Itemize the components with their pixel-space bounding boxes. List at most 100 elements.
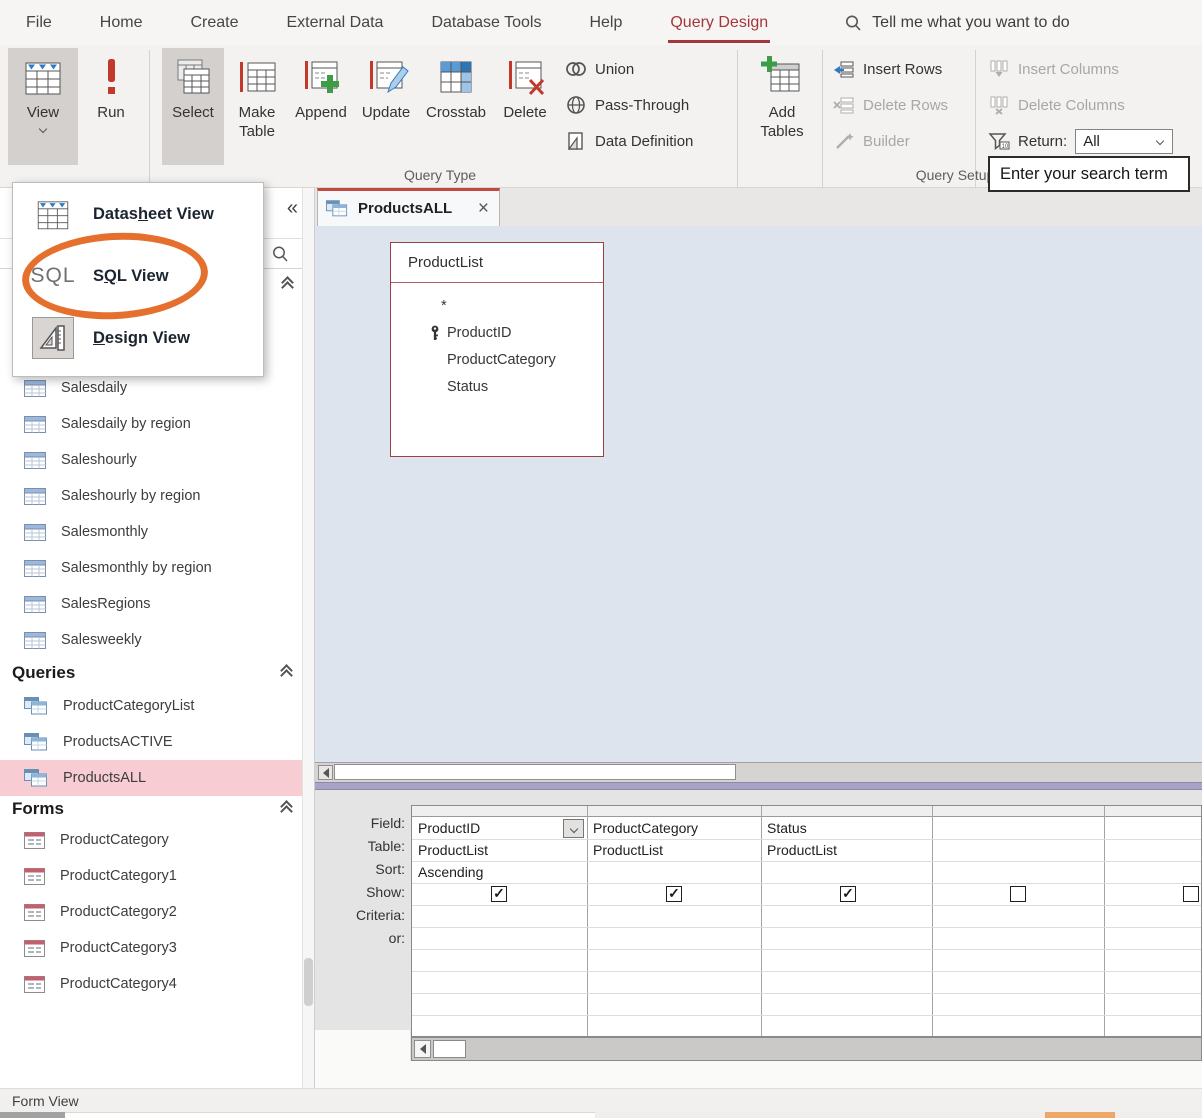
- pass-through-button[interactable]: Pass-Through: [565, 91, 689, 119]
- nav-section-queries[interactable]: Queries: [0, 658, 313, 688]
- show-checkbox[interactable]: ✓: [491, 886, 507, 902]
- builder-button[interactable]: Builder: [833, 127, 910, 155]
- grid-horizontal-scrollbar[interactable]: [411, 1037, 1202, 1061]
- field-list-item-productcategory[interactable]: ProductCategory: [391, 346, 603, 373]
- data-definition-label: Data Definition: [595, 133, 693, 150]
- delete-query-icon: [502, 54, 548, 100]
- view-button[interactable]: View: [8, 48, 78, 165]
- nav-item-productcategory[interactable]: ProductCategory: [0, 822, 313, 858]
- run-button[interactable]: Run: [84, 48, 138, 165]
- nav-item-productcategory4[interactable]: ProductCategory4: [0, 966, 313, 1002]
- menu-tab-external-data[interactable]: External Data: [285, 3, 386, 43]
- insert-rows-label: Insert Rows: [863, 61, 942, 78]
- grid-table-cell[interactable]: ProductList: [418, 841, 488, 859]
- nav-scrollbar[interactable]: [302, 188, 314, 1088]
- nav-item-salesmonthly-by-region[interactable]: Salesmonthly by region: [0, 550, 313, 586]
- show-checkbox[interactable]: ✓: [840, 886, 856, 902]
- union-query-button[interactable]: Union: [565, 55, 634, 83]
- grid-sort-cell[interactable]: Ascending: [418, 863, 483, 881]
- sql-view-icon: SQL: [27, 264, 79, 288]
- nav-item-productcategorylist[interactable]: ProductCategoryList: [0, 688, 313, 724]
- menu-item-design-view[interactable]: Design View: [13, 307, 263, 369]
- menu-tab-home[interactable]: Home: [98, 3, 145, 43]
- return-combobox[interactable]: All: [1075, 129, 1173, 154]
- show-checkbox[interactable]: ✓: [666, 886, 682, 902]
- field-list-item-status[interactable]: Status: [391, 373, 603, 400]
- pane-splitter[interactable]: [315, 782, 1202, 790]
- field-list-productlist[interactable]: ProductList * ProductID ProductCategory …: [390, 242, 604, 457]
- nav-item-productcategory3[interactable]: ProductCategory3: [0, 930, 313, 966]
- make-table-button[interactable]: Make Table: [228, 48, 286, 165]
- delete-rows-button[interactable]: Delete Rows: [833, 91, 948, 119]
- crosstab-query-button[interactable]: Crosstab: [421, 48, 491, 165]
- scrollbar-thumb[interactable]: [334, 764, 736, 780]
- collapse-group-icon[interactable]: [283, 280, 292, 290]
- design-horizontal-scrollbar[interactable]: [315, 762, 1202, 782]
- nav-item-productsactive[interactable]: ProductsACTIVE: [0, 724, 313, 760]
- grid-row-divider: [412, 949, 1201, 950]
- nav-scrollbar-thumb[interactable]: [304, 958, 313, 1006]
- grid-table-cell[interactable]: ProductList: [767, 841, 837, 859]
- show-checkbox[interactable]: [1183, 886, 1199, 902]
- scroll-left-arrow[interactable]: [414, 1040, 431, 1058]
- nav-item-productcategory1[interactable]: ProductCategory1: [0, 858, 313, 894]
- tab-productsall[interactable]: ProductsALL ×: [317, 188, 500, 226]
- grid-column-header-strip[interactable]: [412, 806, 1201, 817]
- make-table-icon: [234, 54, 280, 100]
- nav-item-salesregions[interactable]: SalesRegions: [0, 586, 313, 622]
- grid-row-label-criteria: Criteria:: [315, 907, 405, 923]
- close-tab-icon[interactable]: ×: [478, 199, 489, 218]
- select-query-label: Select: [172, 103, 214, 122]
- menu-item-datasheet-view[interactable]: Datasheet View: [13, 183, 263, 245]
- pass-through-label: Pass-Through: [595, 97, 689, 114]
- scrollbar-thumb[interactable]: [433, 1040, 466, 1058]
- field-dropdown-button[interactable]: [563, 819, 584, 838]
- collapse-group-icon[interactable]: [282, 668, 291, 678]
- menu-tab-file[interactable]: File: [24, 3, 54, 43]
- tell-me-search[interactable]: Tell me what you want to do: [844, 14, 1069, 32]
- nav-section-queries-label: Queries: [12, 663, 75, 683]
- nav-item-productsall[interactable]: ProductsALL: [0, 760, 313, 796]
- datasheet-view-icon: [20, 54, 66, 100]
- nav-item-salesweekly[interactable]: Salesweekly: [0, 622, 313, 658]
- shutter-bar-close-icon[interactable]: «: [287, 197, 298, 220]
- delete-query-button[interactable]: Delete: [496, 48, 554, 165]
- nav-item-salesdaily-by-region[interactable]: Salesdaily by region: [0, 406, 313, 442]
- datasheet-view-icon: [27, 194, 79, 234]
- insert-columns-button[interactable]: Insert Columns: [988, 55, 1119, 83]
- field-label: ProductCategory: [447, 352, 556, 368]
- primary-key-icon: [429, 325, 441, 345]
- insert-rows-button[interactable]: Insert Rows: [833, 55, 942, 83]
- menu-tab-query-design[interactable]: Query Design: [668, 3, 770, 43]
- update-query-button[interactable]: Update: [355, 48, 417, 165]
- menu-tab-database-tools[interactable]: Database Tools: [429, 3, 543, 43]
- nav-item-saleshourly[interactable]: Saleshourly: [0, 442, 313, 478]
- menu-item-sql-view[interactable]: SQL SQL View: [13, 245, 263, 307]
- nav-section-forms[interactable]: Forms: [0, 796, 313, 822]
- select-query-button[interactable]: Select: [162, 48, 224, 165]
- nav-item-saleshourly-by-region[interactable]: Saleshourly by region: [0, 478, 313, 514]
- field-list-item-star[interactable]: *: [391, 292, 603, 319]
- scroll-left-arrow[interactable]: [318, 765, 333, 780]
- add-tables-icon: [759, 54, 805, 100]
- grid-table-cell[interactable]: ProductList: [593, 841, 663, 859]
- collapse-group-icon[interactable]: [282, 804, 291, 814]
- add-tables-button[interactable]: Add Tables: [752, 48, 812, 165]
- field-list-item-productid[interactable]: ProductID: [391, 319, 603, 346]
- nav-item-productcategory2[interactable]: ProductCategory2: [0, 894, 313, 930]
- grid-field-cell[interactable]: Status: [767, 819, 807, 837]
- grid-field-cell[interactable]: ProductID: [418, 819, 480, 837]
- append-query-button[interactable]: Append: [291, 48, 351, 165]
- data-definition-button[interactable]: Data Definition: [565, 127, 693, 155]
- query-icon: [24, 769, 48, 787]
- grid-field-cell[interactable]: ProductCategory: [593, 819, 698, 837]
- search-icon: [271, 245, 289, 263]
- delete-columns-button[interactable]: Delete Columns: [988, 91, 1125, 119]
- nav-item-salesmonthly[interactable]: Salesmonthly: [0, 514, 313, 550]
- return-label: Return:: [1018, 133, 1067, 150]
- grid-column-divider: [587, 806, 588, 1036]
- menu-tab-help[interactable]: Help: [587, 3, 624, 43]
- menu-tab-create[interactable]: Create: [188, 3, 240, 43]
- show-checkbox[interactable]: [1010, 886, 1026, 902]
- search-term-tooltip: Enter your search term: [988, 156, 1190, 192]
